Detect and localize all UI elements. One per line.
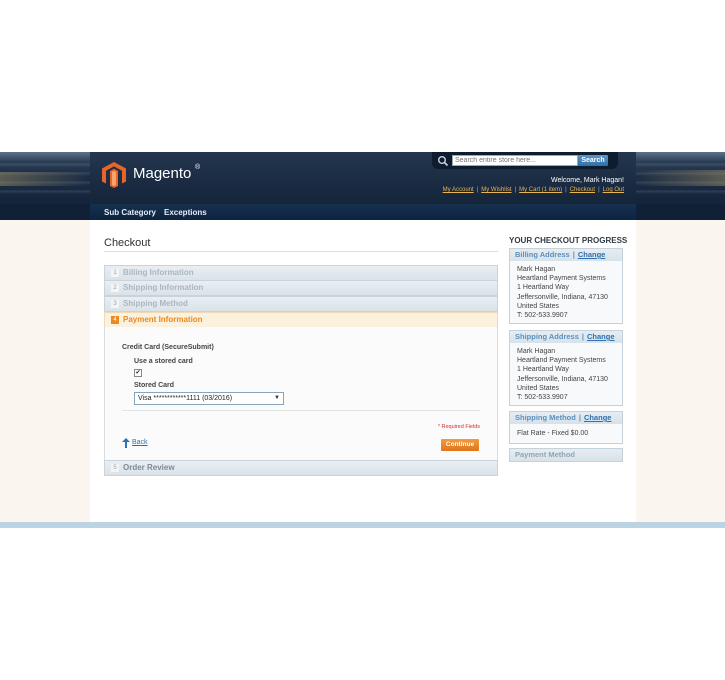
address-line: 1 Heartland Way — [517, 284, 569, 292]
shipping-method-value: Flat Rate - Fixed $0.00 — [517, 430, 589, 437]
change-shipping-method-link[interactable]: Change — [584, 413, 612, 422]
stored-card-label: Stored Card — [134, 382, 175, 389]
step-label: Shipping Method — [123, 299, 188, 308]
nav-exceptions[interactable]: Exceptions — [164, 208, 207, 217]
payment-method-heading: Payment Method — [510, 449, 622, 461]
step-number: 4 — [111, 316, 119, 324]
my-wishlist-link[interactable]: My Wishlist — [481, 187, 511, 193]
progress-shipping-method: Shipping Method | Change Flat Rate - Fixed… — [509, 411, 623, 445]
use-stored-card-label: Use a stored card — [134, 358, 193, 365]
address-line: T: 502-533.9907 — [517, 394, 568, 402]
shipping-address-body: Mark Hagan Heartland Payment Systems 1 H… — [510, 343, 622, 405]
step-order-review[interactable]: 5 Order Review — [104, 460, 498, 476]
search-button[interactable]: Search — [578, 155, 608, 166]
payment-method-label[interactable]: Credit Card (SecureSubmit) — [122, 344, 214, 351]
nav-sub-category[interactable]: Sub Category — [104, 208, 156, 217]
step-label: Shipping Information — [123, 283, 204, 292]
checkout-progress-title: YOUR CHECKOUT PROGRESS — [509, 236, 628, 245]
billing-address-body: Mark Hagan Heartland Payment Systems 1 H… — [510, 261, 622, 323]
log-out-link[interactable]: Log Out — [603, 187, 624, 193]
billing-address-heading: Billing Address | Change — [510, 249, 622, 261]
step-shipping-information[interactable]: 2 Shipping Information — [104, 280, 498, 296]
address-line: Jeffersonville, Indiana, 47130 — [517, 293, 608, 301]
stored-card-value: Visa ************1111 (03/2016) — [138, 395, 233, 402]
chevron-down-icon: ▼ — [274, 395, 280, 401]
address-line: Heartland Payment Systems — [517, 357, 606, 365]
address-line: 1 Heartland Way — [517, 366, 569, 374]
title-divider — [104, 251, 498, 252]
magento-logo-icon[interactable] — [102, 162, 126, 188]
billing-address-title: Billing Address — [515, 250, 570, 259]
step-billing-information[interactable]: 1 Billing Information — [104, 265, 498, 281]
search-input[interactable] — [452, 155, 578, 166]
use-stored-card-checkbox[interactable]: ✔ — [134, 369, 142, 377]
step-label: Order Review — [123, 463, 175, 472]
logo-text[interactable]: Magento — [133, 165, 191, 182]
search-icon — [438, 156, 449, 167]
checkout-link[interactable]: Checkout — [570, 187, 595, 193]
welcome-message: Welcome, Mark Hagan! — [550, 177, 624, 184]
address-line: Mark Hagan — [517, 266, 556, 273]
stored-card-select[interactable]: Visa ************1111 (03/2016) ▼ — [134, 392, 284, 405]
logo-registered-mark: ® — [195, 164, 201, 171]
pane-divider — [122, 410, 480, 411]
continue-button[interactable]: Continue — [441, 439, 479, 451]
page-title: Checkout — [104, 237, 151, 249]
shipping-address-heading: Shipping Address | Change — [510, 331, 622, 343]
step-number: 2 — [111, 284, 119, 292]
address-line: Jeffersonville, Indiana, 47130 — [517, 375, 608, 383]
shipping-address-title: Shipping Address — [515, 332, 579, 341]
step-payment-information[interactable]: 4 Payment Information — [104, 312, 498, 328]
step-shipping-method[interactable]: 3 Shipping Method — [104, 296, 498, 312]
change-billing-link[interactable]: Change — [578, 250, 606, 259]
progress-billing-address: Billing Address | Change Mark Hagan Heartl… — [509, 248, 623, 325]
back-link[interactable]: Back — [132, 439, 148, 446]
step-label: Payment Information — [123, 315, 203, 324]
arrow-up-icon[interactable] — [122, 438, 130, 448]
step-number: 5 — [111, 464, 119, 472]
required-fields-note: * Required Fields — [437, 424, 480, 430]
progress-payment-method: Payment Method — [509, 448, 623, 462]
progress-shipping-address: Shipping Address | Change Mark Hagan Heart… — [509, 330, 623, 407]
step-number: 1 — [111, 269, 119, 277]
address-line: Mark Hagan — [517, 348, 556, 355]
footer-strip — [0, 522, 725, 528]
header-glow-left — [0, 172, 90, 186]
my-cart-link[interactable]: My Cart (1 item) — [519, 187, 562, 193]
change-shipping-link[interactable]: Change — [587, 332, 615, 341]
address-line: Heartland Payment Systems — [517, 275, 606, 283]
step-number: 3 — [111, 300, 119, 308]
shipping-method-heading: Shipping Method | Change — [510, 412, 622, 424]
address-line: T: 502-533.9907 — [517, 312, 568, 320]
address-line: United States — [517, 302, 560, 310]
account-links: My Account | My Wishlist | My Cart (1 item) |… — [442, 187, 624, 193]
step-label: Billing Information — [123, 268, 194, 277]
my-account-link[interactable]: My Account — [443, 187, 474, 193]
header-glow-right — [635, 170, 725, 186]
shipping-method-title: Shipping Method — [515, 413, 576, 422]
address-line: United States — [517, 384, 560, 392]
shipping-method-body: Flat Rate - Fixed $0.00 — [510, 424, 622, 443]
